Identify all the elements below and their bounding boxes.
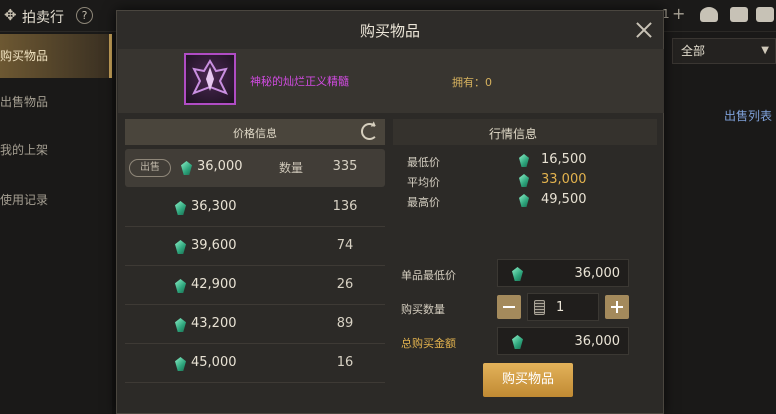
gem-icon [512,335,523,349]
avg-price-label: 平均价 [407,176,440,189]
sidebar-item-sell[interactable]: 出售物品 [0,80,112,124]
min-price-label: 最低价 [407,156,440,169]
price-list-header: 价格信息 [125,119,385,145]
price-row[interactable]: 39,600 74 [125,228,385,266]
quantity-label: 购买数量 [401,303,445,316]
row-price: 45,000 [191,355,237,370]
price-list-title: 价格信息 [233,127,277,140]
min-price-value: 16,500 [541,152,587,167]
total-label: 总购买金额 [401,337,456,350]
market-header: 行情信息 [393,119,657,145]
refresh-icon[interactable] [361,123,378,140]
total-value: 36,000 [574,334,621,349]
market-min-row: 最低价 16,500 [393,151,657,171]
price-row[interactable]: 36,300 136 [125,189,385,227]
unit-min-field: 36,000 [497,259,629,287]
row-qty: 16 [336,355,354,370]
market-panel: 行情信息 最低价 16,500 平均价 33,000 最高价 49,500 单品… [393,119,657,399]
price-row[interactable]: 出售 36,000 数量 335 [125,149,385,187]
gem-icon [181,161,192,175]
sidebar-item-history[interactable]: 使用记录 [0,178,112,222]
sidebar-item-buy[interactable]: 购买物品 [0,34,112,78]
gem-icon [519,154,529,167]
page-title: 拍卖行 [22,10,64,26]
sidebar: 购买物品 出售物品 我的上架 使用记录 [0,32,112,414]
row-price: 36,000 [197,159,243,174]
pot-icon[interactable] [700,7,718,22]
row-price: 43,200 [191,316,237,331]
avg-price-value: 33,000 [541,172,587,187]
sell-list-link[interactable]: 出售列表 [724,107,772,124]
gem-icon [519,174,529,187]
item-name: 神秘的灿烂正义精髓 [250,75,349,88]
quantity-input[interactable]: 1 [527,293,599,321]
market-max-row: 最高价 49,500 [393,191,657,211]
buy-button[interactable]: 购买物品 [483,363,573,397]
dialog-header: 购买物品 [117,11,663,49]
calculator-icon[interactable] [534,300,545,315]
mail-icon[interactable] [730,7,748,22]
buy-dialog: 购买物品 神秘的灿烂正义精髓 拥有：0 价格信息 出售 36,000 数量 33… [116,10,664,414]
market-title: 行情信息 [488,127,537,141]
max-price-value: 49,500 [541,192,587,207]
filter-dropdown[interactable]: 全部 ▼ [672,38,776,64]
row-price: 42,900 [191,277,237,292]
unit-min-value: 36,000 [574,266,621,281]
price-list: 价格信息 出售 36,000 数量 335 36,300 136 39,600 … [125,119,385,399]
item-icon[interactable] [184,53,236,105]
price-row[interactable]: 43,200 89 [125,306,385,344]
owned-count: 拥有：0 [452,76,492,89]
gem-icon [175,279,186,293]
row-qty: 26 [336,277,354,292]
item-info: 神秘的灿烂正义精髓 拥有：0 [118,49,664,113]
gem-icon [519,194,529,207]
sidebar-item-my-listings[interactable]: 我的上架 [0,128,112,172]
back-arrow-icon[interactable]: ✥ [4,6,18,24]
gem-icon [175,318,186,332]
close-icon[interactable] [633,19,655,41]
gem-icon [175,201,186,215]
total-row: 总购买金额 36,000 [393,327,657,357]
dialog-title: 购买物品 [359,22,420,40]
quantity-value: 1 [556,300,565,315]
price-row[interactable]: 45,000 16 [125,345,385,383]
row-qty: 74 [336,238,354,253]
qty-label: 数量 [279,161,304,175]
right-panel [664,32,776,414]
add-currency-icon[interactable]: + [672,4,685,23]
help-icon[interactable]: ? [76,7,93,24]
row-qty: 136 [332,199,358,214]
gem-icon [512,267,523,281]
sell-tag: 出售 [129,159,171,177]
row-qty: 335 [332,159,358,174]
row-qty: 89 [336,316,354,331]
row-price: 36,300 [191,199,237,214]
unit-min-row: 单品最低价 36,000 [393,259,657,289]
chevron-down-icon: ▼ [761,45,769,56]
decrease-button[interactable] [497,295,521,319]
quantity-row: 购买数量 1 [393,293,657,323]
market-avg-row: 平均价 33,000 [393,171,657,191]
unit-min-label: 单品最低价 [401,269,456,282]
max-price-label: 最高价 [407,196,440,209]
row-price: 39,600 [191,238,237,253]
total-field: 36,000 [497,327,629,355]
gem-icon [175,240,186,254]
gem-icon [175,357,186,371]
increase-button[interactable] [605,295,629,319]
filter-selected: 全部 [681,44,706,58]
chat-icon[interactable] [756,7,774,22]
price-row[interactable]: 42,900 26 [125,267,385,305]
